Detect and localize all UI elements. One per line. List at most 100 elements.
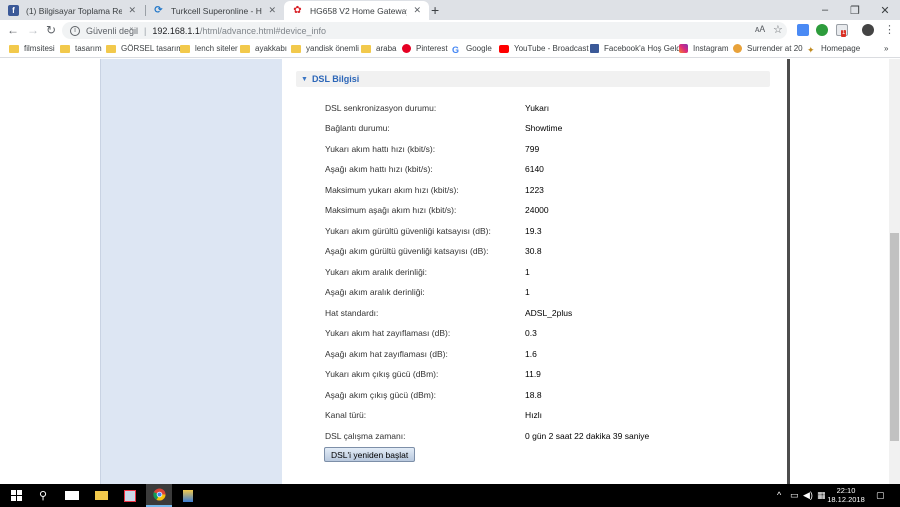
row-label: DSL çalışma zamanı: bbox=[325, 430, 406, 441]
bookmark-instagram[interactable]: Instagram bbox=[679, 44, 729, 53]
chrome-app-button[interactable] bbox=[146, 484, 172, 507]
app-button[interactable] bbox=[118, 484, 142, 507]
row-label: Aşağı akım çıkış gücü (dBm): bbox=[325, 389, 437, 400]
url-host: 192.168.1.1 bbox=[152, 25, 200, 36]
bookmark-label: GÖRSEL tasarım bbox=[121, 44, 183, 53]
row-value: 1223 bbox=[525, 184, 544, 195]
app-icon bbox=[183, 489, 193, 502]
maximize-button[interactable]: ❐ bbox=[840, 0, 870, 20]
close-icon[interactable]: ✕ bbox=[413, 5, 421, 16]
row-value: 11.9 bbox=[525, 368, 541, 379]
bookmark-homepage[interactable]: ✦ Homepage bbox=[807, 44, 860, 55]
close-icon[interactable]: ✕ bbox=[268, 5, 276, 16]
bookmark-label: Google bbox=[466, 44, 492, 53]
row-value: 0 gün 2 saat 22 dakika 39 saniye bbox=[525, 430, 650, 441]
explorer-app-button[interactable] bbox=[89, 484, 113, 507]
search-button[interactable]: ⚲ bbox=[32, 484, 54, 507]
extension-icon[interactable] bbox=[816, 24, 828, 36]
collapse-arrow-icon[interactable]: ▼ bbox=[301, 76, 308, 83]
tab-strip: f (1) Bilgisayar Toplama Rehberi "H ✕ ⟳ … bbox=[0, 0, 900, 20]
address-bar[interactable]: i Güvenli değil | 192.168.1.1 /html/adva… bbox=[62, 22, 787, 39]
bookmark-facebook[interactable]: Facebook'a Hoş Geld bbox=[590, 44, 681, 53]
folder-icon bbox=[9, 44, 19, 53]
row-value: Hızlı bbox=[525, 409, 542, 420]
bookmarks-bar: filmsitesi tasarım GÖRSEL tasarım lench … bbox=[0, 41, 900, 58]
row-value: 1 bbox=[525, 286, 530, 297]
new-tab-button[interactable]: + bbox=[431, 2, 439, 18]
app-icon bbox=[124, 489, 136, 502]
info-row: Maksimum yukarı akım hızı (kbit/s): 1223 bbox=[325, 183, 765, 196]
row-label: Yukarı akım çıkış gücü (dBm): bbox=[325, 368, 439, 379]
homepage-icon: ✦ bbox=[807, 44, 815, 55]
left-navigation-panel bbox=[101, 59, 282, 484]
start-button[interactable] bbox=[4, 484, 28, 507]
bookmark-pinterest[interactable]: Pinterest bbox=[402, 44, 448, 53]
bookmark-surrender[interactable]: Surrender at 20 bbox=[733, 44, 803, 53]
huawei-icon: ✿ bbox=[293, 5, 302, 16]
bookmark-youtube[interactable]: YouTube - Broadcast bbox=[499, 44, 589, 53]
windows-taskbar: ⚲ ^ ▭ ◀) ▦ 22:10 18.12.2018 ▢ bbox=[0, 484, 900, 507]
system-clock[interactable]: 22:10 18.12.2018 bbox=[826, 486, 866, 504]
bookmark-ayakkabi[interactable]: ayakkabı bbox=[240, 44, 287, 53]
menu-icon[interactable]: ⋮ bbox=[884, 23, 895, 36]
star-icon[interactable]: ☆ bbox=[773, 23, 783, 36]
scrollbar-thumb[interactable] bbox=[890, 233, 899, 441]
info-row: Yukarı akım hattı hızı (kbit/s): 799 bbox=[325, 142, 765, 155]
clock-time: 22:10 bbox=[836, 486, 856, 495]
bookmark-araba[interactable]: araba bbox=[361, 44, 396, 53]
bookmark-filmsitesi[interactable]: filmsitesi bbox=[9, 44, 55, 53]
url-path: /html/advance.html#device_info bbox=[199, 25, 326, 36]
tab-facebook[interactable]: f (1) Bilgisayar Toplama Rehberi "H ✕ bbox=[0, 1, 144, 20]
profile-icon[interactable] bbox=[862, 24, 874, 36]
bookmarks-more-button[interactable]: » bbox=[884, 44, 888, 53]
close-icon[interactable]: ✕ bbox=[128, 5, 136, 16]
row-label: Yukarı akım hat zayıflaması (dB): bbox=[325, 327, 451, 338]
reload-icon[interactable]: ↻ bbox=[46, 23, 56, 37]
info-row: Maksimum aşağı akım hızı (kbit/s): 24000 bbox=[325, 203, 765, 216]
app-button-2[interactable] bbox=[176, 484, 200, 507]
translate-icon[interactable]: 🗚 bbox=[755, 24, 765, 35]
minimize-button[interactable]: – bbox=[810, 0, 840, 20]
extension-badge: 1 bbox=[841, 30, 847, 37]
notifications-icon[interactable]: ▢ bbox=[876, 490, 885, 501]
bookmark-lench-siteler[interactable]: lench siteler bbox=[180, 44, 238, 53]
forward-icon[interactable]: → bbox=[27, 23, 39, 37]
bookmark-label: lench siteler bbox=[195, 44, 238, 53]
section-title: DSL Bilgisi bbox=[311, 74, 360, 84]
tab-turkcell[interactable]: ⟳ Turkcell Superonline - Hesabım ✕ bbox=[145, 1, 284, 20]
network-icon[interactable]: ▭ bbox=[790, 490, 799, 501]
back-icon[interactable]: ← bbox=[7, 23, 19, 37]
extension-icon[interactable] bbox=[797, 24, 809, 36]
info-icon[interactable]: i bbox=[70, 25, 80, 36]
row-value: Showtime bbox=[525, 122, 563, 133]
bookmark-google[interactable]: G Google bbox=[452, 44, 492, 55]
info-row: Hat standardı: ADSL_2plus bbox=[325, 306, 765, 319]
window-close-button[interactable]: ✕ bbox=[870, 0, 900, 20]
bookmark-tasarim[interactable]: tasarım bbox=[60, 44, 102, 53]
language-icon[interactable]: ▦ bbox=[817, 490, 826, 501]
bookmark-yandisk-onemli[interactable]: yandisk önemli bbox=[291, 44, 359, 53]
row-label: Maksimum yukarı akım hızı (kbit/s): bbox=[325, 184, 459, 195]
tab-hg658[interactable]: ✿ HG658 V2 Home Gateway ✕ bbox=[284, 1, 429, 20]
mail-app-button[interactable] bbox=[60, 484, 84, 507]
tray-chevron-icon[interactable]: ^ bbox=[777, 490, 781, 500]
bookmark-label: Instagram bbox=[693, 44, 729, 53]
row-value: 30.8 bbox=[525, 245, 542, 256]
tab-title: HG658 V2 Home Gateway bbox=[310, 5, 408, 16]
row-label: DSL senkronizasyon durumu: bbox=[325, 102, 437, 113]
folder-icon bbox=[94, 491, 108, 500]
mail-icon bbox=[65, 491, 79, 500]
row-label: Hat standardı: bbox=[325, 307, 379, 318]
facebook-icon: f bbox=[8, 5, 19, 16]
info-row: Aşağı akım hattı hızı (kbit/s): 6140 bbox=[325, 162, 765, 175]
row-value: 0.3 bbox=[525, 327, 537, 338]
volume-icon[interactable]: ◀) bbox=[803, 490, 813, 501]
instagram-icon bbox=[679, 44, 688, 53]
bookmark-gorsel-tasarim[interactable]: GÖRSEL tasarım bbox=[106, 44, 183, 53]
restart-dsl-button[interactable]: DSL'i yeniden başlat bbox=[324, 447, 416, 462]
info-row: Yukarı akım aralık derinliği: 1 bbox=[325, 265, 765, 278]
bookmark-label: filmsitesi bbox=[24, 44, 55, 53]
dsl-info-section-header[interactable]: ▼ DSL Bilgisi bbox=[296, 71, 770, 87]
info-row: Aşağı akım çıkış gücü (dBm): 18.8 bbox=[325, 388, 765, 401]
extension-icon[interactable]: 1 bbox=[836, 24, 848, 37]
